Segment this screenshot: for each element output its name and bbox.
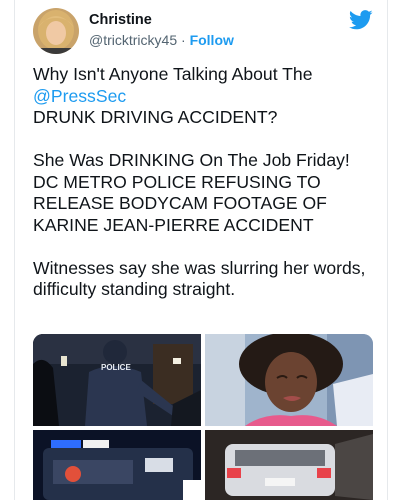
crashed-car-image	[205, 430, 373, 500]
tweet-line: DRUNK DRIVING ACCIDENT?	[33, 107, 278, 127]
media-photo-crashed-car[interactable]	[205, 430, 373, 500]
tweet-paragraph-3: Witnesses say she was slurring her words…	[33, 257, 366, 300]
press-secretary-image	[205, 334, 373, 426]
tweet-paragraph-2: She Was DRINKING On The Job Friday! DC M…	[33, 150, 350, 235]
mention-link[interactable]: @PressSec	[33, 86, 126, 106]
author-name[interactable]: Christine	[89, 12, 152, 28]
separator-dot: ·	[181, 32, 186, 48]
tweet-text: Why Isn't Anyone Talking About The @Pres…	[33, 64, 379, 322]
avatar[interactable]	[33, 8, 79, 54]
avatar-image	[33, 8, 79, 54]
media-photo-night-car[interactable]	[33, 430, 201, 500]
tweet-paragraph-1: Why Isn't Anyone Talking About The @Pres…	[33, 64, 379, 129]
author-handle-row: @tricktricky45 · Follow	[89, 32, 234, 48]
media-photo-police[interactable]: POLICE	[33, 334, 201, 426]
media-photo-press-secretary[interactable]	[205, 334, 373, 426]
police-vest-text: POLICE	[101, 363, 131, 372]
tweet-header: Christine @tricktricky45 · Follow	[33, 8, 373, 56]
tweet-card: Christine @tricktricky45 · Follow Why Is…	[14, 0, 388, 500]
twitter-bird-icon[interactable]	[349, 10, 373, 30]
follow-button[interactable]: Follow	[190, 32, 234, 48]
author-handle[interactable]: @tricktricky45	[89, 32, 177, 48]
night-police-car-image	[33, 430, 201, 500]
police-scene-image: POLICE	[33, 334, 201, 426]
media-grid: POLICE	[33, 334, 373, 500]
tweet-line: Why Isn't Anyone Talking About The	[33, 64, 313, 84]
